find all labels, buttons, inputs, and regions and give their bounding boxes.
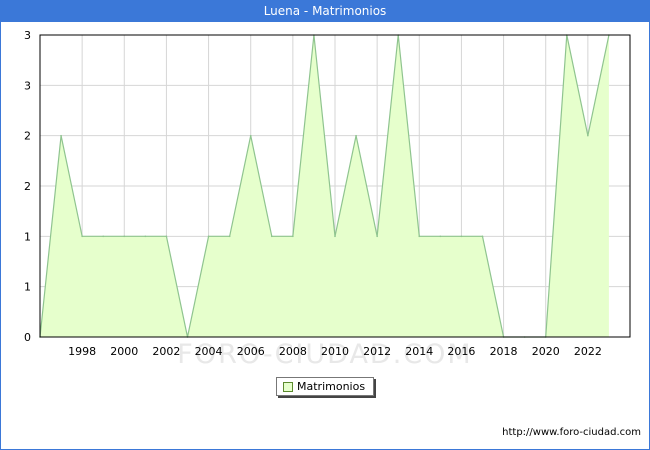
- y-tick-label: 1: [24, 230, 31, 243]
- data-point-2017: [481, 235, 484, 238]
- x-tick-label: 2010: [321, 345, 349, 358]
- y-tick-label: 3: [24, 79, 31, 92]
- data-point-2006: [249, 134, 252, 137]
- legend: Matrimonios: [276, 377, 374, 396]
- x-tick-label: 1998: [68, 345, 96, 358]
- x-tick-label: 2022: [574, 345, 602, 358]
- data-point-2007: [270, 235, 273, 238]
- y-tick-label: 2: [24, 180, 31, 193]
- y-tick-label: 3: [24, 29, 31, 42]
- data-point-2005: [228, 235, 231, 238]
- data-point-1997: [60, 134, 62, 137]
- data-point-2001: [144, 235, 147, 238]
- data-point-2004: [207, 235, 210, 238]
- x-tick-label: 2006: [237, 345, 265, 358]
- y-tick-label: 1: [24, 281, 31, 294]
- legend-label: Matrimonios: [297, 380, 366, 393]
- data-point-2011: [355, 134, 357, 137]
- data-point-2010: [334, 235, 336, 238]
- legend-swatch: [283, 382, 293, 392]
- data-point-2022: [587, 134, 589, 137]
- x-tick-label: 2000: [110, 345, 138, 358]
- x-tick-label: 2018: [490, 345, 518, 358]
- x-tick-label: 2014: [405, 345, 433, 358]
- data-point-1999: [102, 235, 105, 238]
- y-axis-ticks: 0 1 1 2 2 3 3: [24, 29, 31, 344]
- y-tick-label: 0: [24, 331, 31, 344]
- data-point-1998: [81, 235, 83, 238]
- data-point-2002: [165, 235, 168, 238]
- x-tick-label: 2002: [152, 345, 180, 358]
- x-tick-label: 2004: [195, 345, 223, 358]
- data-point-2014: [418, 235, 421, 238]
- x-tick-label: 2012: [363, 345, 391, 358]
- data-point-2016: [460, 235, 463, 238]
- source-url[interactable]: http://www.foro-ciudad.com: [502, 427, 641, 438]
- data-point-2012: [376, 235, 378, 238]
- x-tick-label: 2008: [279, 345, 307, 358]
- data-point-2000: [123, 235, 126, 238]
- y-tick-label: 2: [24, 130, 31, 143]
- x-axis-ticks: 1998 2000 2002 2004 2006 2008 2010 2012 2014 2016…: [68, 345, 602, 358]
- data-point-2015: [439, 235, 442, 238]
- x-tick-label: 2020: [532, 345, 560, 358]
- x-tick-label: 2016: [447, 345, 475, 358]
- data-point-2008: [292, 235, 294, 238]
